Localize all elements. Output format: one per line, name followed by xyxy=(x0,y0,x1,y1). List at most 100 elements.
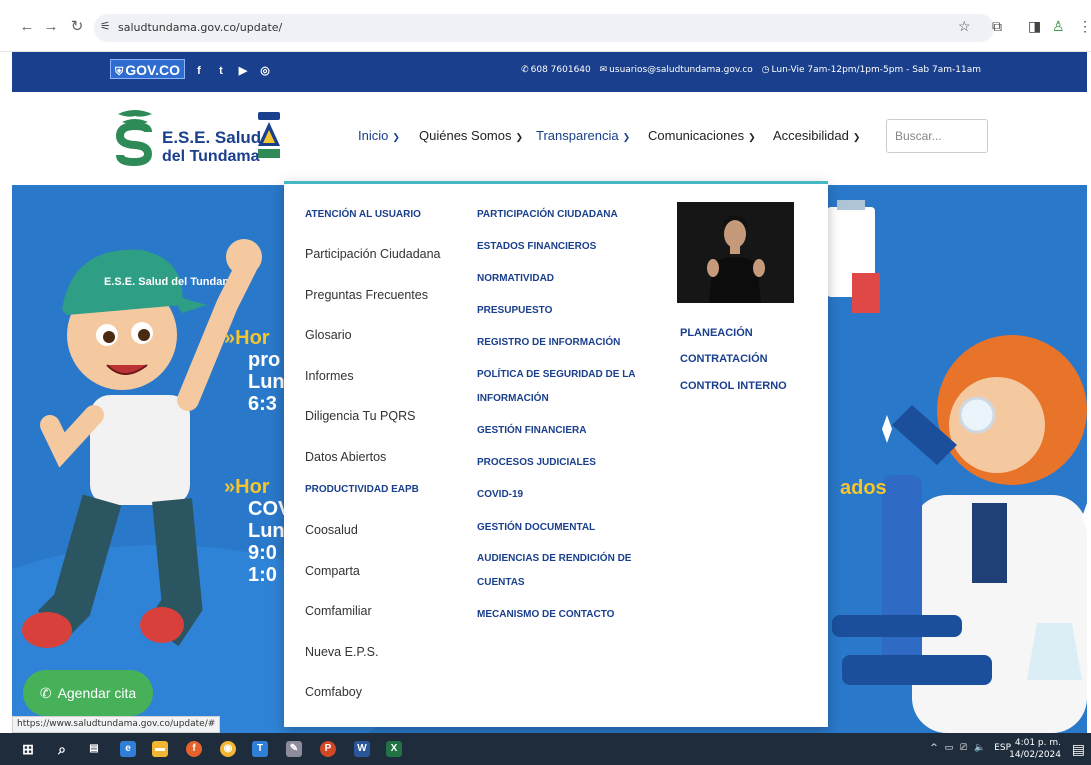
status-bar-link: https://www.saludtundama.gov.co/update/# xyxy=(12,716,221,733)
govco-logo[interactable]: ⛨ GOV.CO xyxy=(110,59,185,79)
profile-icon[interactable]: ♙ xyxy=(1052,19,1065,33)
menu-link-gestion-financiera[interactable]: GESTIÓN FINANCIERA xyxy=(477,422,586,439)
chevron-up-icon[interactable]: ^ xyxy=(930,743,938,753)
mascot-cap-text: E.S.E. Salud del Tundama xyxy=(104,276,239,288)
youtube-icon[interactable]: ▶ xyxy=(236,64,250,78)
paint-icon[interactable]: ✎ xyxy=(286,741,302,757)
menu-link-informes[interactable]: Informes xyxy=(305,369,354,383)
hero-line-3: Lun xyxy=(248,371,285,393)
clock-time: 4:01 p. m. xyxy=(1014,738,1061,748)
network-icon[interactable]: ⎚ xyxy=(960,743,967,753)
site-header: E.S.E. Salud del Tundama Inicio ❯ Quiénes… xyxy=(12,92,1087,185)
menu-link-audiencias[interactable]: AUDIENCIAS DE RENDICIÓN DE xyxy=(477,550,631,567)
bookmark-star-icon[interactable]: ☆ xyxy=(958,19,971,33)
menu-link-audiencias-line2[interactable]: CUENTAS xyxy=(477,574,525,591)
menu-link-comfamiliar[interactable]: Comfamiliar xyxy=(305,604,372,618)
menu-link-contratacion[interactable]: CONTRATACIÓN xyxy=(680,351,768,368)
menu-link-planeacion[interactable]: PLANEACIÓN xyxy=(680,325,753,342)
menu-link-pqrs[interactable]: Diligencia Tu PQRS xyxy=(305,409,415,423)
phone-number[interactable]: 608 7601640 xyxy=(531,65,591,75)
hero-line-8: 9:0 xyxy=(248,542,277,564)
email-address[interactable]: usuarios@saludtundama.gov.co xyxy=(609,65,753,75)
mail-icon: ✉ xyxy=(599,65,608,75)
menu-link-politica-seguridad[interactable]: POLÍTICA DE SEGURIDAD DE LA xyxy=(477,366,636,383)
menu-link-politica-seguridad-line2[interactable]: INFORMACIÓN xyxy=(477,390,549,407)
menu-link-comfaboy[interactable]: Comfaboy xyxy=(305,685,362,699)
word-icon[interactable]: W xyxy=(354,741,370,757)
back-icon[interactable]: ← xyxy=(18,18,36,36)
menu-header-productividad-eapb[interactable]: PRODUCTIVIDAD EAPB xyxy=(305,481,419,498)
facebook-icon[interactable]: f xyxy=(192,64,206,78)
battery-icon[interactable]: ▭ xyxy=(945,743,954,753)
chevron-down-icon: ❯ xyxy=(392,132,400,142)
nav-item-inicio[interactable]: Inicio ❯ xyxy=(358,128,400,143)
office-hours: Lun-Vie 7am-12pm/1pm-5pm - Sab 7am-11am xyxy=(771,65,981,75)
nav-item-quienes-somos[interactable]: Quiénes Somos ❯ xyxy=(419,128,523,143)
side-panel-icon[interactable]: ◨ xyxy=(1028,19,1041,33)
menu-link-preguntas[interactable]: Preguntas Frecuentes xyxy=(305,288,428,302)
search-icon[interactable]: ⌕ xyxy=(54,741,70,757)
url-text[interactable]: saludtundama.gov.co/update/ xyxy=(118,21,282,34)
excel-icon[interactable]: X xyxy=(386,741,402,757)
menu-link-datos-abiertos[interactable]: Datos Abiertos xyxy=(305,450,386,464)
chrome-icon[interactable]: ◉ xyxy=(220,741,236,757)
brand-name-line2: del Tundama xyxy=(162,148,260,165)
file-explorer-icon[interactable]: ▬ xyxy=(152,741,168,757)
volume-icon[interactable]: 🔈 xyxy=(974,743,985,753)
menu-link-participacion-ciudadana[interactable]: PARTICIPACIÓN CIUDADANA xyxy=(477,206,618,223)
chevron-down-icon: ❯ xyxy=(515,132,524,142)
system-clock[interactable]: 4:01 p. m. 14/02/2024 xyxy=(1009,737,1061,761)
reload-icon[interactable]: ↻ xyxy=(68,18,86,36)
menu-link-mecanismo-contacto[interactable]: MECANISMO DE CONTACTO xyxy=(477,606,614,623)
menu-link-comparta[interactable]: Comparta xyxy=(305,564,360,578)
transparencia-mega-menu: ATENCIÓN AL USUARIO Participación Ciudad… xyxy=(284,181,828,727)
nav-item-accesibilidad[interactable]: Accesibilidad ❯ xyxy=(773,128,860,143)
instagram-icon[interactable]: ◎ xyxy=(258,64,272,78)
sign-language-video[interactable] xyxy=(677,202,794,303)
firefox-icon[interactable]: f xyxy=(186,741,202,757)
menu-link-control-interno[interactable]: CONTROL INTERNO xyxy=(680,378,787,395)
extensions-icon[interactable]: ⧉ xyxy=(992,19,1002,33)
menu-link-gestion-documental[interactable]: GESTIÓN DOCUMENTAL xyxy=(477,519,595,536)
twitter-icon[interactable]: t xyxy=(214,64,228,78)
nav-item-transparencia[interactable]: Transparencia ❯ xyxy=(536,128,630,143)
nav-item-comunicaciones[interactable]: Comunicaciones ❯ xyxy=(648,128,756,143)
hero-line-5: »Hor xyxy=(224,476,270,498)
menu-link-coosalud[interactable]: Coosalud xyxy=(305,523,358,537)
whatsapp-appointment-button[interactable]: ✆ Agendar cita xyxy=(23,670,153,716)
hero-line-4: 6:3 xyxy=(248,393,277,415)
menu-link-registro-informacion[interactable]: REGISTRO DE INFORMACIÓN xyxy=(477,334,620,351)
forward-icon[interactable]: → xyxy=(42,18,60,36)
menu-link-estados-financieros[interactable]: ESTADOS FINANCIEROS xyxy=(477,238,596,255)
system-tray: ^ ▭ ⎚ 🔈 ESP xyxy=(930,743,1011,753)
menu-link-presupuesto[interactable]: PRESUPUESTO xyxy=(477,302,552,319)
teams-icon[interactable]: T xyxy=(252,741,268,757)
top-info-strip: ⛨ GOV.CO f t ▶ ◎ ✆ 608 7601640 ✉ usuarios@s… xyxy=(12,52,1087,92)
menu-link-participacion[interactable]: Participación Ciudadana xyxy=(305,247,441,261)
browser-toolbar: ← → ↻ ⚟ saludtundama.gov.co/update/ ☆ ⧉ … xyxy=(0,0,1091,52)
task-view-icon[interactable]: ▤ xyxy=(86,741,102,757)
menu-link-normatividad[interactable]: NORMATIVIDAD xyxy=(477,270,554,287)
search-input[interactable] xyxy=(886,119,988,153)
site-info-icon[interactable]: ⚟ xyxy=(100,19,111,33)
shield-icon: ⛨ xyxy=(115,66,124,78)
notification-icon[interactable]: ▤ xyxy=(1072,741,1085,758)
address-bar[interactable]: ⚟ saludtundama.gov.co/update/ xyxy=(94,14,994,42)
edge-icon[interactable]: e xyxy=(120,741,136,757)
chevron-down-icon: ❯ xyxy=(852,132,861,142)
menu-link-glosario[interactable]: Glosario xyxy=(305,328,352,342)
brand-logo-icon[interactable] xyxy=(112,108,158,166)
powerpoint-icon[interactable]: P xyxy=(320,741,336,757)
menu-header-atencion-usuario[interactable]: ATENCIÓN AL USUARIO xyxy=(305,206,421,223)
menu-link-procesos-judiciales[interactable]: PROCESOS JUDICIALES xyxy=(477,454,596,471)
hero-line-2: pro xyxy=(248,349,281,371)
hero-line-1: »Hor xyxy=(224,327,270,349)
phone-icon: ✆ xyxy=(521,65,529,75)
windows-taskbar: ⊞ ⌕ ▤ e ▬ f ◉ T ✎ P W X ^ ▭ ⎚ 🔈 ESP 4:01… xyxy=(0,733,1091,765)
menu-link-covid[interactable]: COVID-19 xyxy=(477,486,523,503)
contact-info: ✆ 608 7601640 ✉ usuarios@saludtundama.gov.… xyxy=(515,65,981,75)
windows-start-icon[interactable]: ⊞ xyxy=(20,741,36,757)
menu-kebab-icon[interactable]: ⋮ xyxy=(1078,19,1091,33)
menu-link-nueva-eps[interactable]: Nueva E.P.S. xyxy=(305,645,378,659)
whatsapp-icon: ✆ xyxy=(39,684,52,701)
